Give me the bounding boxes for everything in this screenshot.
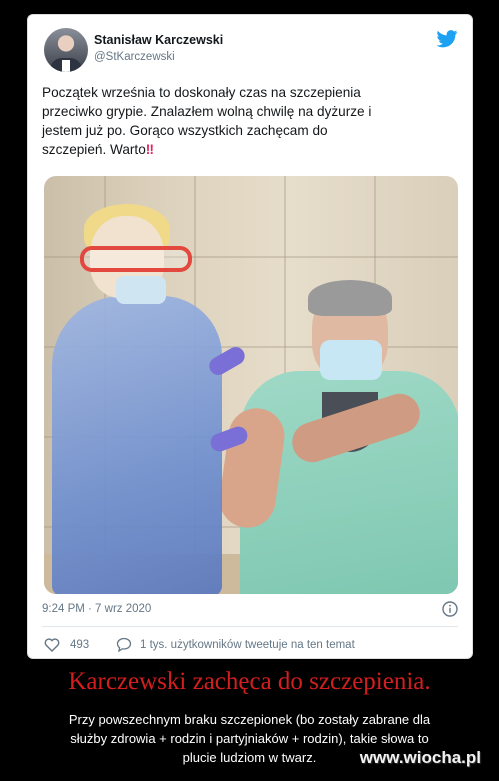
info-icon[interactable] (442, 601, 458, 617)
like-count[interactable]: 493 (70, 639, 89, 651)
reply-bubble-icon[interactable] (116, 637, 132, 652)
divider (42, 626, 458, 627)
tweet-text: Początek września to doskonały czas na s… (42, 83, 460, 159)
site-watermark: www.wiocha.pl (359, 748, 481, 767)
twitter-bird-icon[interactable] (436, 30, 458, 48)
heart-icon[interactable] (44, 638, 60, 652)
tweet-body: Początek września to doskonały czas na s… (42, 85, 372, 157)
double-exclamation-icon: ‼ (145, 142, 154, 157)
tweet-timestamp[interactable]: 9:24 PM · 7 wrz 2020 (42, 603, 151, 615)
tweet-handle[interactable]: @StKarczewski (94, 51, 175, 63)
reply-summary-link[interactable]: 1 tys. użytkowników tweetuje na ten tema… (140, 639, 355, 651)
tweet-card: Stanisław Karczewski @StKarczewski Począ… (27, 14, 473, 659)
user-avatar[interactable] (44, 28, 88, 72)
tweet-display-name[interactable]: Stanisław Karczewski (94, 33, 223, 47)
tweet-photo[interactable] (44, 176, 458, 594)
caption-title: Karczewski zachęca do szczepienia. (68, 668, 431, 695)
